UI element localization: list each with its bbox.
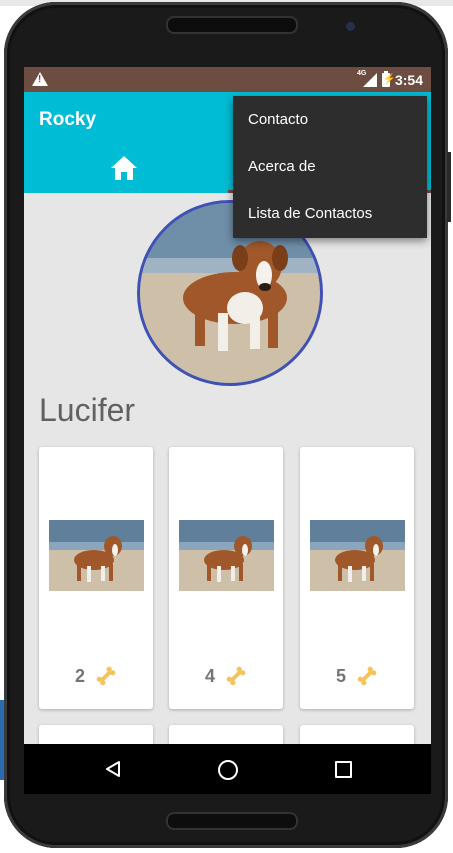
app-title: Rocky	[39, 109, 97, 130]
front-camera	[346, 22, 355, 31]
tab-indicator	[24, 190, 228, 193]
overflow-menu: Contacto Acerca de Lista de Contactos	[233, 96, 427, 238]
bone-icon[interactable]	[356, 665, 378, 687]
status-icons: 4G ⚡ 3:54	[357, 70, 423, 88]
battery-charging-icon: ⚡	[381, 70, 396, 87]
pet-name: Lucifer	[39, 392, 136, 428]
dog-photo-thumbnail	[49, 520, 144, 591]
like-rating: 4	[169, 665, 283, 687]
like-rating: 5	[300, 665, 414, 687]
navigation-bar	[24, 744, 431, 794]
home-button-icon[interactable]	[218, 760, 238, 780]
menu-item-contacto[interactable]: Contacto	[233, 96, 427, 143]
photo-card[interactable]: 5	[300, 447, 414, 709]
menu-item-lista-contactos[interactable]: Lista de Contactos	[233, 190, 427, 237]
back-icon[interactable]	[104, 760, 122, 778]
photo-card[interactable]: 4	[169, 447, 283, 709]
bottom-speaker	[166, 812, 298, 830]
like-count: 4	[204, 665, 215, 686]
like-rating: 2	[39, 665, 153, 687]
like-count: 2	[74, 665, 85, 686]
home-icon	[111, 156, 137, 180]
menu-item-acerca-de[interactable]: Acerca de	[233, 143, 427, 190]
top-speaker	[166, 16, 298, 34]
like-count: 5	[335, 665, 346, 686]
device-screen: ! 4G ⚡ 3:54 Rocky Contacto Acerca de Lis…	[24, 67, 431, 794]
bone-icon[interactable]	[225, 665, 247, 687]
bone-icon[interactable]	[95, 665, 117, 687]
tab-home[interactable]	[110, 155, 138, 181]
dog-photo-thumbnail	[179, 520, 274, 591]
warning-icon-mark: !	[38, 74, 42, 85]
power-button[interactable]	[447, 152, 451, 222]
dog-photo-thumbnail	[310, 520, 405, 591]
recents-icon[interactable]	[335, 761, 352, 778]
signal-icon: 4G	[357, 70, 377, 87]
status-clock: 3:54	[394, 71, 423, 88]
photo-card[interactable]: 2	[39, 447, 153, 709]
status-bar: ! 4G ⚡ 3:54	[24, 67, 431, 92]
